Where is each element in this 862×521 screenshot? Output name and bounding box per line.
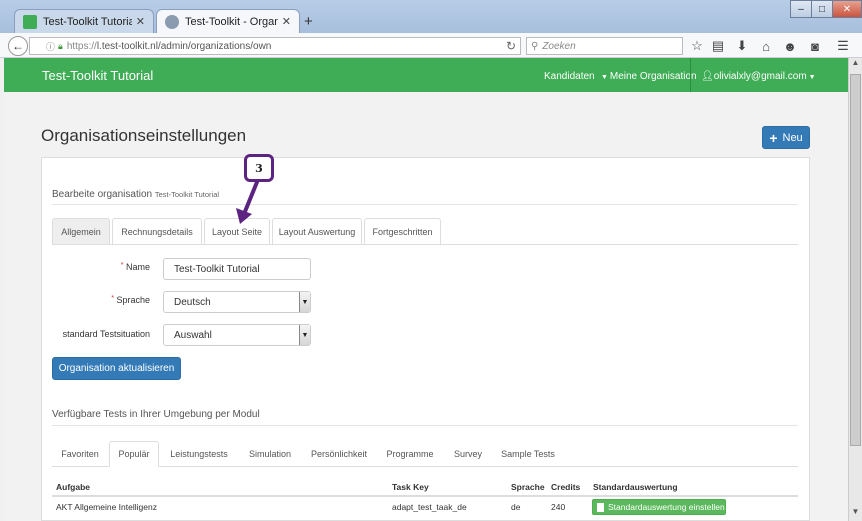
table-cell-sprache: de <box>511 502 521 512</box>
close-window-button[interactable]: ✕ <box>832 0 862 18</box>
app-navbar: Test-Toolkit Tutorial Kandidaten ▼ Meine… <box>4 58 848 92</box>
column-header-task-key: Task Key <box>392 482 429 492</box>
search-icon: ⚲ <box>531 40 539 52</box>
nav-divider <box>690 58 691 92</box>
plus-icon: + <box>769 129 778 146</box>
update-organisation-button[interactable]: Organisation aktualisieren <box>52 357 181 380</box>
browser-tab-title: Test-Toolkit - Organisation… <box>185 15 278 28</box>
nav-user-label: olivialxly@gmail.com <box>713 71 807 82</box>
chevron-down-icon[interactable]: ▼ <box>299 292 310 312</box>
edit-heading-text: Bearbeite organisation <box>52 189 153 200</box>
maximize-button[interactable]: □ <box>811 0 833 18</box>
url-text: l.test-toolkit.nl/admin/organizations/ow… <box>96 40 272 52</box>
divider <box>52 425 798 426</box>
name-input[interactable]: Test-Toolkit Tutorial <box>163 258 311 280</box>
name-label-text: Name <box>125 262 150 272</box>
reload-icon[interactable]: ↻ <box>506 39 516 53</box>
url-scheme: https:// <box>66 40 97 52</box>
brand-link[interactable]: Test-Toolkit Tutorial <box>42 68 153 83</box>
ixly-favicon-icon <box>23 14 37 29</box>
caret-down-icon: ▼ <box>601 74 610 81</box>
callout-arrow-icon <box>236 180 259 224</box>
back-arrow-icon[interactable]: ← <box>8 36 28 56</box>
clipboard-icon[interactable]: ▤ <box>709 37 727 55</box>
nav-user-dropdown[interactable]: 👤︎olivialxly@gmail.com ▼ <box>701 71 816 82</box>
search-input[interactable]: ⚲ Zoeken <box>526 37 683 55</box>
scroll-down-arrow-icon[interactable]: ▼ <box>849 507 862 521</box>
tabs-baseline <box>52 244 798 245</box>
table-cell-aufgabe: AKT Allgemeine Intelligenz <box>56 502 157 512</box>
nav-organisation-label: Meine Organisation <box>609 71 697 82</box>
chat-icon[interactable]: ☻ <box>781 37 799 55</box>
caret-down-icon: ▼ <box>806 74 816 81</box>
table-cell-task-key: adapt_test_taak_de <box>392 502 467 512</box>
tab-simulation[interactable]: Simulation <box>238 441 302 467</box>
tests-heading: Verfügbare Tests in Ihrer Umgebung per M… <box>52 409 260 420</box>
tab-rechnungsdetails[interactable]: Rechnungsdetails <box>112 218 202 244</box>
lock-icon: 🔒︎ <box>58 40 63 51</box>
page-title: Organisationseinstellungen <box>41 126 247 145</box>
search-placeholder: Zoeken <box>542 40 576 52</box>
column-header-sprache: Sprache <box>511 482 545 492</box>
tab-personlichkeit[interactable]: Persönlichkeit <box>303 441 375 467</box>
nav-organisation-dropdown[interactable]: ▼ Meine Organisation <box>601 71 697 82</box>
minimize-button[interactable]: – <box>790 0 812 18</box>
situation-select[interactable]: Auswahl ▼ <box>163 324 311 346</box>
page-favicon-icon <box>165 14 179 29</box>
language-label-text: Sprache <box>116 295 150 305</box>
required-marker: * <box>120 262 124 269</box>
set-default-evaluation-label: Standardauswertung einstellen <box>608 502 725 512</box>
table-cell-credits: 240 <box>551 502 566 512</box>
home-icon[interactable]: ⌂ <box>757 37 775 55</box>
browser-tab-2[interactable]: Test-Toolkit - Organisation… ✕ <box>156 9 300 33</box>
download-icon[interactable]: ⬇ <box>733 37 751 55</box>
language-select[interactable]: Deutsch ▼ <box>163 291 311 313</box>
close-tab-icon[interactable]: ✕ <box>136 15 145 28</box>
user-icon: 👤︎ <box>701 71 714 82</box>
new-button[interactable]: + Neu <box>762 126 810 149</box>
tab-fortgeschritten[interactable]: Fortgeschritten <box>364 218 441 244</box>
name-label: * Name <box>116 262 150 272</box>
bookmark-star-icon[interactable]: ☆ <box>688 37 706 55</box>
tab-allgemein[interactable]: Allgemein <box>52 218 110 244</box>
chevron-down-icon[interactable]: ▼ <box>299 325 310 345</box>
tab-layout-auswertung[interactable]: Layout Auswertung <box>272 218 362 244</box>
new-button-label: Neu <box>782 131 803 144</box>
scrollbar-thumb[interactable] <box>850 74 861 446</box>
set-default-evaluation-button[interactable]: Standardauswertung einstellen <box>592 499 726 515</box>
tab-popular[interactable]: Populär <box>109 441 159 467</box>
info-icon: ⓘ <box>46 41 56 52</box>
close-tab-icon[interactable]: ✕ <box>282 15 291 28</box>
language-select-value: Deutsch <box>174 296 211 308</box>
situation-select-value: Auswahl <box>174 329 212 341</box>
column-header-standardauswertung: Standardauswertung <box>593 482 678 492</box>
new-tab-button[interactable]: + <box>304 13 313 30</box>
browser-tab-1[interactable]: Test-Toolkit Tutorial > Ixly ✕ <box>14 9 154 33</box>
required-marker: * <box>111 295 114 302</box>
edit-org-name: Test-Toolkit Tutorial <box>154 190 220 199</box>
table-header-divider <box>52 495 798 497</box>
edit-heading: Bearbeite organisation Test-Toolkit Tuto… <box>52 189 219 200</box>
address-bar[interactable]: ⓘ 🔒︎ https:// l.test-toolkit.nl/admin/or… <box>29 37 521 55</box>
tab-favoriten[interactable]: Favoriten <box>52 441 108 467</box>
page-scrollbar[interactable]: ▲ ▼ <box>848 58 862 521</box>
tab-leistungstests[interactable]: Leistungstests <box>162 441 236 467</box>
column-header-aufgabe: Aufgabe <box>56 482 90 492</box>
language-label: * Sprache <box>108 295 150 305</box>
tab-sample-tests[interactable]: Sample Tests <box>493 441 563 467</box>
tab-survey[interactable]: Survey <box>444 441 492 467</box>
divider <box>52 204 798 205</box>
menu-icon[interactable]: ☰ <box>834 37 852 55</box>
column-header-credits: Credits <box>551 482 581 492</box>
nav-kandidaten[interactable]: Kandidaten <box>544 71 595 82</box>
browser-tab-title: Test-Toolkit Tutorial > Ixly <box>43 15 132 28</box>
pocket-icon[interactable]: ◙ <box>806 37 824 55</box>
scroll-up-arrow-icon[interactable]: ▲ <box>849 58 862 72</box>
tab-programme[interactable]: Programme <box>377 441 443 467</box>
document-icon <box>597 502 604 512</box>
situation-label: standard Testsituation <box>62 329 150 339</box>
